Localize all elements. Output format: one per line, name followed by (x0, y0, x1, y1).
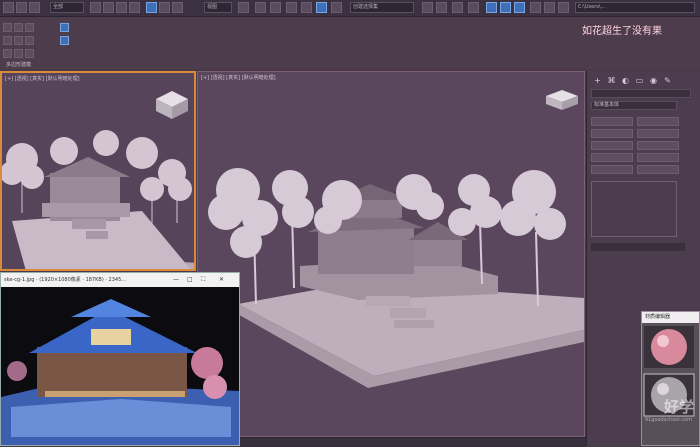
ribbon-tool-icon[interactable] (14, 36, 23, 45)
main-toolbar: 全部 视图 创建选择集 C:\Users\... (0, 0, 700, 17)
toggle-ribbon-icon[interactable] (468, 2, 479, 13)
viewcube-icon (546, 90, 578, 110)
material-editor-window: 材质编辑器 (641, 311, 700, 446)
material-slots[interactable] (642, 324, 699, 446)
window-crossing-icon[interactable] (129, 2, 140, 13)
scene-render-left (2, 91, 194, 269)
render-frame-icon[interactable] (544, 2, 555, 13)
select-by-name-icon[interactable] (103, 2, 114, 13)
perspective-viewport-left[interactable]: [+] [透视] [真实] [默认明暗处理] (0, 71, 196, 271)
ribbon-tool-icon[interactable] (3, 23, 12, 32)
ribbon-tool-icon[interactable] (25, 23, 34, 32)
ribbon-tool-icon[interactable] (3, 49, 12, 58)
mirror-icon[interactable] (422, 2, 433, 13)
modifier-stack-toolbar (591, 243, 685, 251)
watermark-url: 91goodschool.com (644, 417, 692, 423)
ribbon-tool-icon[interactable] (14, 49, 23, 58)
project-path-field[interactable]: C:\Users\... (575, 2, 695, 13)
watermark-logo: 好学 (663, 398, 694, 416)
rotate-icon[interactable] (159, 2, 170, 13)
primitive-button[interactable] (591, 129, 633, 138)
polygon-mode-icon[interactable] (60, 23, 69, 32)
ribbon-group-label: 多边形建模 (6, 62, 32, 68)
perspective-viewport-main[interactable]: [+] [透视] [真实] [默认明暗处理] (197, 71, 585, 437)
modify-tab-icon[interactable]: ⌘ (607, 76, 616, 85)
named-selection-dropdown[interactable]: 创建选择集 (350, 2, 414, 13)
edge-mode-icon[interactable] (60, 36, 69, 45)
primitive-button[interactable] (591, 165, 633, 174)
ribbon-tool-icon[interactable] (3, 36, 12, 45)
ribbon-tool-icon[interactable] (25, 36, 34, 45)
move-icon[interactable] (146, 2, 157, 13)
pivot-icon[interactable] (238, 2, 249, 13)
scene-render-main (208, 90, 584, 388)
object-category-bar[interactable] (591, 89, 691, 98)
reference-coord-dropdown[interactable]: 视图 (204, 2, 232, 13)
minimize-icon[interactable]: — (173, 276, 179, 283)
snap-3d-icon[interactable] (286, 2, 297, 13)
maximize-icon[interactable]: □ (187, 276, 193, 283)
curve-editor-icon[interactable] (486, 2, 497, 13)
concept-art-image (1, 287, 239, 445)
close-icon[interactable]: ✕ (219, 276, 224, 283)
ribbon-tool-icon[interactable] (25, 49, 34, 58)
material-editor-icon[interactable] (514, 2, 525, 13)
selection-filter-dropdown[interactable]: 全部 (50, 2, 84, 13)
primitive-button[interactable] (637, 129, 679, 138)
align-icon[interactable] (436, 2, 447, 13)
primitive-button[interactable] (637, 141, 679, 150)
undo-icon[interactable] (3, 2, 14, 13)
scale-icon[interactable] (172, 2, 183, 13)
image-viewer-filename: ske-cg-1.jpg · (1920×1080像素 · 187KB) · 2… (4, 277, 127, 283)
create-tab-icon[interactable]: + (593, 76, 602, 85)
select-manipulate-icon[interactable] (255, 2, 266, 13)
material-editor-title: 材质编辑器 (642, 312, 699, 323)
keyboard-shortcut-icon[interactable] (270, 2, 281, 13)
angle-snap-icon[interactable] (301, 2, 312, 13)
video-caption: 如花超生了没有果 (582, 26, 662, 37)
primitive-button[interactable] (591, 153, 633, 162)
primitive-button[interactable] (637, 117, 679, 126)
motion-tab-icon[interactable]: ▭ (635, 76, 644, 85)
percent-snap-icon[interactable] (316, 2, 327, 13)
redo-icon[interactable] (16, 2, 27, 13)
utilities-tab-icon[interactable]: ✎ (663, 76, 672, 85)
viewcube-icon (156, 91, 188, 119)
hierarchy-tab-icon[interactable]: ◐ (621, 76, 630, 85)
link-icon[interactable] (29, 2, 40, 13)
primitive-button[interactable] (637, 165, 679, 174)
schematic-view-icon[interactable] (500, 2, 511, 13)
image-viewer-window: ske-cg-1.jpg · (1920×1080像素 · 187KB) · 2… (0, 272, 240, 446)
object-type-dropdown[interactable]: 标准基本体 (591, 101, 677, 110)
name-color-rollout (591, 181, 677, 237)
primitive-button[interactable] (591, 117, 633, 126)
layer-explorer-icon[interactable] (452, 2, 463, 13)
fullscreen-icon[interactable]: ⛶ (201, 276, 205, 284)
render-icon[interactable] (558, 2, 569, 13)
display-tab-icon[interactable]: ◉ (649, 76, 658, 85)
ribbon-tool-icon[interactable] (14, 23, 23, 32)
spinner-snap-icon[interactable] (331, 2, 342, 13)
rect-region-icon[interactable] (116, 2, 127, 13)
primitive-button[interactable] (591, 141, 633, 150)
primitive-button[interactable] (637, 153, 679, 162)
select-object-icon[interactable] (90, 2, 101, 13)
render-setup-icon[interactable] (530, 2, 541, 13)
